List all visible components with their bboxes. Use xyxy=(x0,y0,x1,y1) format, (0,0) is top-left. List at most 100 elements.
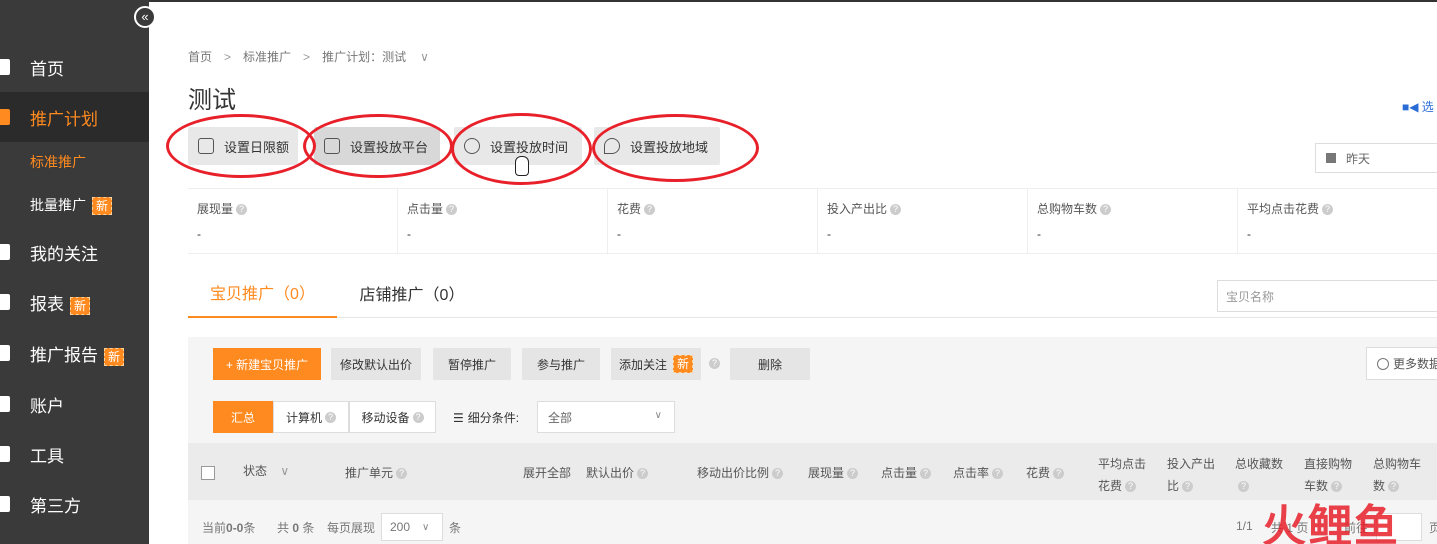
pause-button[interactable]: 暂停推广 xyxy=(433,348,511,380)
breadcrumb-home[interactable]: 首页 xyxy=(188,48,212,65)
help-icon[interactable]: ? xyxy=(412,411,424,423)
metrics-bar: 展现量? - 点击量? - 花费? - 投入产出比? - 总购物车数? - 平均… xyxy=(188,188,1437,254)
item-search-input[interactable]: 宝贝名称 xyxy=(1217,280,1437,312)
help-icon[interactable]: ? xyxy=(890,204,902,216)
sidebar: 首页 推广计划 标准推广 批量推广新 我的关注 报表新 推广报告新 账户 工具 … xyxy=(0,0,149,544)
breadcrumb-standard[interactable]: 标准推广 xyxy=(243,48,291,65)
segment-mobile-label: 移动设备 xyxy=(361,410,410,425)
filter-select[interactable]: 全部 ∨ xyxy=(537,401,675,433)
main-content: 首页 > 标准推广 > 推广计划：测试 ∨ 测试 ■◀ 选 设置日限额 设置投放… xyxy=(149,0,1437,544)
new-badge: 新 xyxy=(70,296,91,315)
gear-icon xyxy=(1377,357,1389,370)
sidebar-item-tools[interactable]: 工具 xyxy=(0,429,149,479)
select-all-checkbox[interactable] xyxy=(201,466,215,480)
help-icon[interactable]: ? xyxy=(709,358,720,369)
plan-icon xyxy=(0,109,10,125)
more-data-button[interactable]: 更多数据 xyxy=(1366,347,1437,380)
sidebar-item-promo-report[interactable]: 推广报告新 xyxy=(0,328,149,378)
col-clicks[interactable]: 点击量? xyxy=(881,464,932,481)
sidebar-item-account[interactable]: 账户 xyxy=(0,379,149,429)
current-range: 当前0-0条 xyxy=(202,521,256,535)
set-platform-button[interactable]: 设置投放平台 xyxy=(314,127,440,165)
metric-value: - xyxy=(617,227,621,241)
per-page-select[interactable]: 200 ∨ xyxy=(381,513,443,541)
sidebar-item-home[interactable]: 首页 xyxy=(0,42,149,92)
sidebar-subitem-standard[interactable]: 标准推广 xyxy=(0,142,149,182)
total-count: 共 0 条 xyxy=(277,521,315,535)
segment-mobile[interactable]: 移动设备? xyxy=(349,401,436,433)
sidebar-item-plan[interactable]: 推广计划 xyxy=(0,92,149,142)
help-icon[interactable]: ? xyxy=(1100,204,1112,216)
date-range-value: 昨天 xyxy=(1346,151,1371,166)
metric-label: 展现量 xyxy=(197,202,234,216)
choose-link[interactable]: ■◀ 选 xyxy=(1402,98,1434,115)
col-impressions[interactable]: 展现量? xyxy=(808,464,859,481)
add-follow-button[interactable]: 添加关注 新 xyxy=(611,348,701,380)
join-promo-button[interactable]: 参与推广 xyxy=(522,348,600,380)
help-icon: ? xyxy=(1238,481,1249,493)
chevron-down-icon: ∨ xyxy=(422,521,430,533)
col-cost[interactable]: 花费? xyxy=(1026,464,1065,481)
sliders-icon xyxy=(198,138,214,154)
more-data-label: 更多数据 xyxy=(1393,357,1437,371)
set-daily-limit-button[interactable]: 设置日限额 xyxy=(188,127,298,165)
help-icon[interactable]: ? xyxy=(1322,204,1334,216)
expand-all-link[interactable]: 展开全部 xyxy=(523,464,571,481)
metric-label: 平均点击花费 xyxy=(1247,202,1320,216)
help-icon: ? xyxy=(1182,481,1194,493)
tools-icon xyxy=(0,446,10,462)
modify-bid-button[interactable]: 修改默认出价 xyxy=(331,348,421,380)
metric-value: - xyxy=(827,227,831,241)
table-header: 状态 ∨ 推广单元? 展开全部 默认出价? 移动出价比例? 展现量? 点击量? … xyxy=(188,443,1437,500)
per-page-unit: 条 xyxy=(449,521,462,535)
account-icon xyxy=(0,396,10,412)
col-mobile-ratio[interactable]: 移动出价比例? xyxy=(697,464,784,481)
sidebar-collapse-button[interactable]: « xyxy=(134,6,156,28)
help-icon: ? xyxy=(920,468,932,480)
col-default-bid[interactable]: 默认出价? xyxy=(586,464,649,481)
help-icon[interactable]: ? xyxy=(446,204,458,216)
sidebar-item-third-party[interactable]: 第三方 xyxy=(0,479,149,529)
metric-clicks: 点击量? - xyxy=(398,189,608,253)
set-platform-label: 设置投放平台 xyxy=(350,139,429,155)
help-icon[interactable]: ? xyxy=(644,204,656,216)
col-ctr[interactable]: 点击率? xyxy=(953,464,1004,481)
filter-select-value: 全部 xyxy=(548,410,573,425)
tab-shop-promo[interactable]: 店铺推广（0） xyxy=(337,268,487,318)
sidebar-item-label: 报表新 xyxy=(30,290,91,315)
sidebar-subitem-batch[interactable]: 批量推广新 xyxy=(0,185,149,225)
sidebar-item-label: 推广计划 xyxy=(30,109,98,129)
breadcrumb: 首页 > 标准推广 > 推广计划：测试 ∨ xyxy=(188,48,429,65)
new-item-promo-button[interactable]: + 新建宝贝推广 xyxy=(213,348,321,380)
report-icon xyxy=(0,294,10,310)
sidebar-item-label: 我的关注 xyxy=(30,244,98,264)
date-range-select[interactable]: 昨天 xyxy=(1315,143,1437,173)
chevron-down-icon[interactable]: ∨ xyxy=(420,50,429,64)
app-root: 首页 推广计划 标准推广 批量推广新 我的关注 报表新 推广报告新 账户 工具 … xyxy=(0,0,1437,544)
set-region-button[interactable]: 设置投放地域 xyxy=(594,127,720,165)
help-icon: ? xyxy=(992,468,1004,480)
page-title: 测试 xyxy=(188,87,236,114)
help-icon[interactable]: ? xyxy=(236,204,248,216)
tab-item-promo[interactable]: 宝贝推广（0） xyxy=(188,268,337,318)
filter-label: ☰ 细分条件: xyxy=(453,411,520,425)
sidebar-item-label: 推广报告新 xyxy=(30,341,125,366)
delete-button[interactable]: 删除 xyxy=(730,348,810,380)
new-badge: 新 xyxy=(104,347,125,366)
breadcrumb-separator: > xyxy=(303,49,311,64)
segment-computer-label: 计算机 xyxy=(285,410,322,425)
col-status[interactable]: 状态 ∨ xyxy=(243,462,289,479)
sidebar-item-follow[interactable]: 我的关注 xyxy=(0,227,149,277)
help-icon[interactable]: ? xyxy=(325,411,336,423)
list-icon: ☰ xyxy=(453,411,464,425)
sidebar-item-report[interactable]: 报表新 xyxy=(0,277,149,327)
col-roi[interactable]: 投入产出比? xyxy=(1167,453,1215,497)
per-page-label: 每页展现 xyxy=(327,521,376,535)
breadcrumb-separator: > xyxy=(224,49,232,64)
metric-impressions: 展现量? - xyxy=(188,189,398,253)
segment-summary[interactable]: 汇总 xyxy=(213,401,273,433)
col-avg-click-cost[interactable]: 平均点击 花费? xyxy=(1098,453,1146,497)
metric-cart-total: 总购物车数? - xyxy=(1028,189,1238,253)
col-unit: 推广单元? xyxy=(345,464,408,481)
segment-computer[interactable]: 计算机? xyxy=(273,401,349,433)
